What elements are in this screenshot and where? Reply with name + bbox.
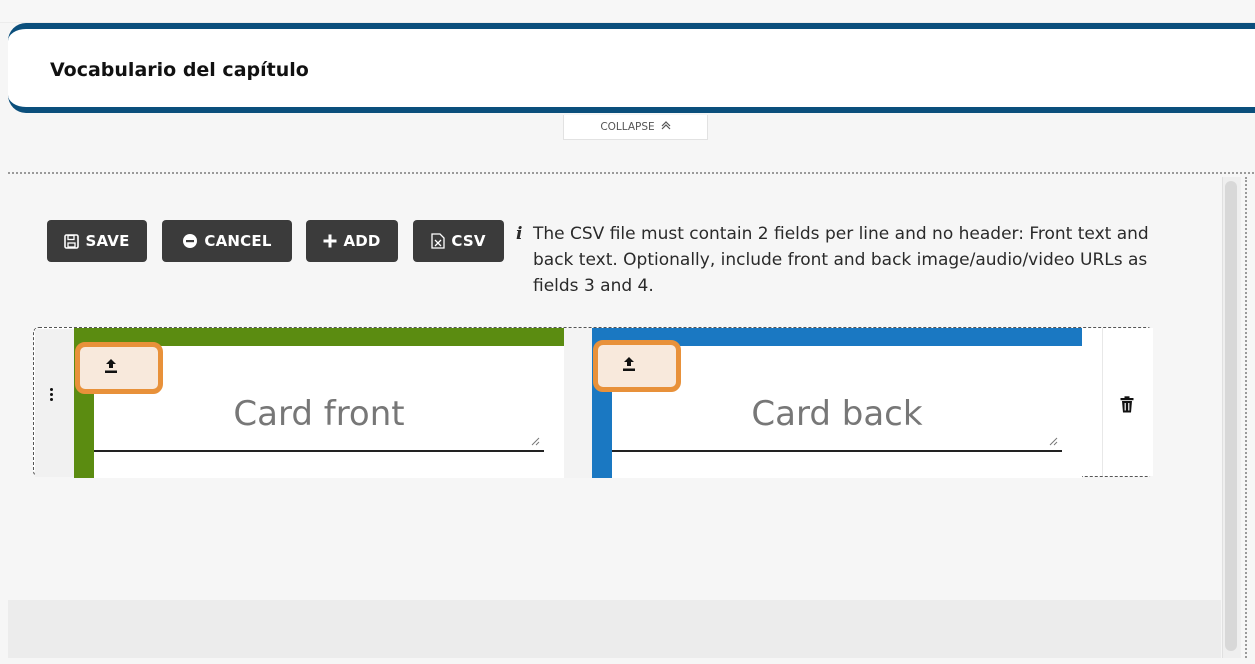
cancel-button[interactable]: CANCEL xyxy=(162,220,292,262)
plus-icon xyxy=(323,234,337,248)
save-icon xyxy=(64,233,80,249)
resize-grip-icon[interactable] xyxy=(530,436,540,446)
drag-handle-icon[interactable] xyxy=(50,388,56,403)
chevron-up-icon xyxy=(661,121,671,133)
back-upload-button[interactable] xyxy=(593,340,681,392)
add-label: ADD xyxy=(343,232,381,250)
collapse-label: COLLAPSE xyxy=(600,121,655,133)
csv-label: CSV xyxy=(451,232,486,250)
front-upload-button[interactable] xyxy=(75,342,163,394)
csv-button[interactable]: CSV xyxy=(413,220,504,262)
csv-info-text: The CSV file must contain 2 fields per l… xyxy=(533,224,1149,296)
add-button[interactable]: ADD xyxy=(306,220,398,262)
resize-grip-icon[interactable] xyxy=(1048,436,1058,446)
save-label: SAVE xyxy=(85,232,130,250)
minus-circle-icon xyxy=(182,233,198,249)
scrollbar[interactable] xyxy=(1222,177,1241,658)
chapter-header: Vocabulario del capítulo xyxy=(8,23,1255,113)
csv-file-icon xyxy=(431,233,445,249)
editor-border-right xyxy=(1245,177,1247,658)
page-title: Vocabulario del capítulo xyxy=(50,59,309,81)
info-icon: i xyxy=(516,224,523,244)
editor-area-bottom xyxy=(8,600,1221,658)
collapse-button[interactable]: COLLAPSE xyxy=(563,115,708,140)
card-front-placeholder: Card front xyxy=(233,394,405,434)
trash-icon[interactable] xyxy=(1120,396,1134,417)
row-gutter xyxy=(35,329,75,477)
cancel-label: CANCEL xyxy=(204,232,272,250)
top-strip xyxy=(0,0,1255,23)
column-separator xyxy=(564,328,592,478)
upload-icon xyxy=(620,355,638,377)
save-button[interactable]: SAVE xyxy=(47,220,147,262)
upload-icon xyxy=(102,357,120,379)
scrollbar-thumb[interactable] xyxy=(1225,181,1237,651)
card-back-placeholder: Card back xyxy=(751,394,923,434)
